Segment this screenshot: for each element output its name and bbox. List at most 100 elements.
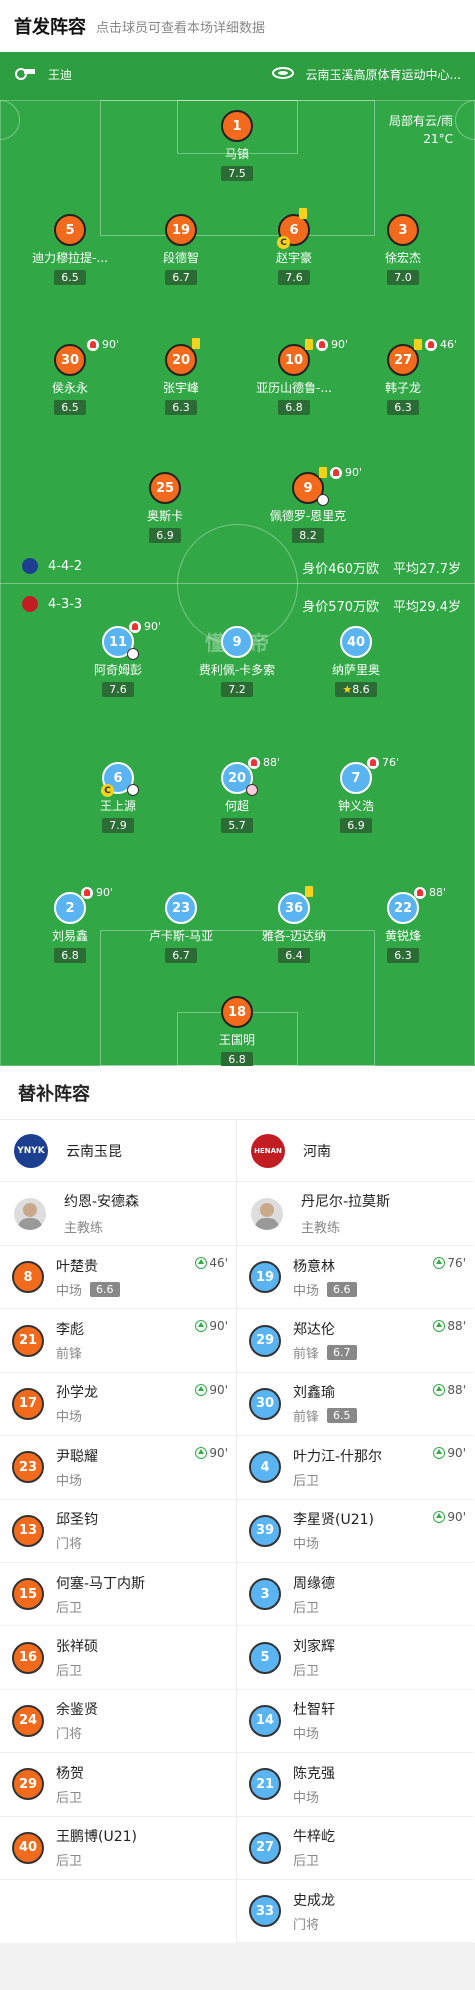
substitute-row[interactable]: 30 刘鑫瑜 前锋 6.5 88' xyxy=(237,1373,474,1437)
home-age: 平均27.7岁 xyxy=(393,562,461,577)
substitute-row[interactable]: 16 张祥硕 后卫 xyxy=(0,1626,236,1690)
substitute-row[interactable]: 40 王鹏博(U21) 后卫 xyxy=(0,1817,236,1880)
player-name: 陈克强 xyxy=(293,1765,335,1782)
home-player[interactable]: 20 张宇峰 6.3 xyxy=(126,338,236,415)
sub-in-event: 90' xyxy=(195,1319,228,1333)
away-formation-row: 4-3-3 身价570万欧 平均29.4岁 xyxy=(0,594,475,616)
away-team-row[interactable]: HENAN 河南 xyxy=(237,1120,474,1182)
away-player[interactable]: 20 88' 何超 5.7 xyxy=(182,756,292,833)
sub-in-icon xyxy=(433,1383,446,1396)
home-player[interactable]: 25 奥斯卡 6.9 xyxy=(110,472,220,543)
player-number: 19 xyxy=(165,214,197,246)
weather-desc: 局部有云/雨 xyxy=(388,114,453,128)
home-coach[interactable]: 约恩-安德森 主教练 xyxy=(0,1182,236,1246)
player-number: 24 xyxy=(12,1704,44,1737)
player-rating: 6.3 xyxy=(165,400,197,415)
player-name: 亚历山德鲁-... xyxy=(256,381,332,395)
substitute-row[interactable]: 23 尹聪耀 中场 90' xyxy=(0,1436,236,1500)
sub-event: 90' xyxy=(129,620,161,633)
home-player[interactable]: 19 段德智 6.7 xyxy=(126,214,236,285)
player-name: 阿奇姆彭 xyxy=(93,663,142,677)
player-number: 5 xyxy=(249,1641,281,1674)
substitute-row[interactable]: 8 叶楚贵 中场 6.6 46' xyxy=(0,1246,236,1310)
substitute-row[interactable]: 5 刘家辉 后卫 xyxy=(237,1626,474,1690)
coach-role: 主教练 xyxy=(64,1221,104,1236)
player-number: 1 xyxy=(221,110,253,142)
substitute-row[interactable]: 21 陈克强 中场 xyxy=(237,1753,474,1817)
player-number: 23 xyxy=(12,1451,44,1484)
away-player[interactable]: 36 雅各-迈达纳 6.4 xyxy=(239,886,349,963)
substitute-row[interactable]: 14 杜智轩 中场 xyxy=(237,1690,474,1754)
player-position: 后卫 xyxy=(56,1854,83,1870)
player-position: 门将 xyxy=(293,1917,320,1933)
home-player[interactable]: 1 马镇 7.5 xyxy=(182,110,292,181)
sub-in-event: 90' xyxy=(433,1510,466,1524)
away-coach[interactable]: 丹尼尔-拉莫斯 主教练 xyxy=(237,1182,474,1246)
substitute-row[interactable]: 4 叶力江-什那尔 后卫 90' xyxy=(237,1436,474,1500)
home-player[interactable]: 9 90' 佩德罗-恩里克 8.2 xyxy=(253,466,363,543)
player-number: 40 xyxy=(340,626,372,658)
substitute-row[interactable]: 24 余鉴贤 门将 xyxy=(0,1690,236,1754)
away-player[interactable]: 40 纳萨里奥 ★8.6 xyxy=(301,626,411,697)
coach-name: 约恩-安德森 xyxy=(64,1194,140,1210)
away-player[interactable]: 23 卢卡斯-马亚 6.7 xyxy=(126,892,236,963)
player-name: 杜智轩 xyxy=(293,1702,335,1719)
substitutes-title: 替补阵容 xyxy=(0,1066,475,1120)
player-number: 23 xyxy=(165,892,197,924)
away-player[interactable]: 9 费利佩-卡多索 7.2 xyxy=(182,626,292,697)
substitute-row[interactable]: 17 孙学龙 中场 90' xyxy=(0,1373,236,1437)
substitutes-section: 替补阵容 YNYK 云南玉昆 约恩-安德森 主教练 8 叶楚贵 中场 6.6 46' 21 李… xyxy=(0,1066,475,1944)
substitute-row[interactable]: 27 牛梓屹 后卫 xyxy=(237,1817,474,1880)
home-player[interactable]: 30 90' 侯永永 6.5 xyxy=(15,338,125,415)
goal-ball-icon xyxy=(127,648,139,660)
away-value: 身价570万欧 xyxy=(302,600,380,615)
referee-name: 王迪 xyxy=(48,68,73,82)
away-player[interactable]: 2 90' 刘易鑫 6.8 xyxy=(15,886,125,963)
home-player[interactable]: 6 C 赵宇豪 7.6 xyxy=(239,208,349,285)
substitute-row[interactable]: 29 郑达伦 前锋 6.7 88' xyxy=(237,1309,474,1373)
substitute-row[interactable]: 21 李彪 前锋 90' xyxy=(0,1309,236,1373)
player-number: 25 xyxy=(149,472,181,504)
substitute-row[interactable]: 15 何塞-马丁内斯 后卫 xyxy=(0,1563,236,1627)
goal-ball-icon xyxy=(127,784,139,796)
home-player[interactable]: 5 迪力穆拉提-... 6.5 xyxy=(15,214,125,285)
substitute-row[interactable]: 33 史成龙 门将 xyxy=(237,1880,474,1944)
home-player[interactable]: 3 徐宏杰 7.0 xyxy=(348,214,458,285)
away-player[interactable]: 18 王国明 6.8 xyxy=(182,996,292,1066)
sub-off-icon xyxy=(248,756,260,769)
player-number: 21 xyxy=(249,1768,281,1801)
home-player[interactable]: 27 46' 韩子龙 6.3 xyxy=(348,338,458,415)
player-name: 孙学龙 xyxy=(56,1385,98,1402)
player-name: 张祥硕 xyxy=(56,1639,98,1656)
away-player[interactable]: 6 C 王上源 7.9 xyxy=(63,762,173,833)
player-rating: 6.6 xyxy=(327,1281,357,1297)
player-name: 邱圣钧 xyxy=(56,1512,98,1529)
substitute-row[interactable]: 39 李星贤(U21) 中场 90' xyxy=(237,1500,474,1563)
sub-in-event: 90' xyxy=(195,1383,228,1397)
player-name: 侯永永 xyxy=(51,381,88,395)
player-rating: 5.7 xyxy=(221,818,253,833)
goal-ball-icon xyxy=(317,494,329,506)
substitute-row[interactable]: 19 杨意林 中场 6.6 76' xyxy=(237,1246,474,1310)
sub-event: 90' xyxy=(305,338,348,351)
away-player[interactable]: 22 88' 黄锐烽 6.3 xyxy=(348,886,458,963)
substitute-row[interactable]: 29 杨贺 后卫 xyxy=(0,1753,236,1817)
player-name: 郑达伦 xyxy=(293,1322,335,1339)
venue: 云南玉溪高原体育运动中心... xyxy=(271,66,461,83)
player-name: 佩德罗-恩里克 xyxy=(269,509,347,523)
substitute-row[interactable]: 3 周缘德 后卫 xyxy=(237,1563,474,1627)
player-name: 迪力穆拉提-... xyxy=(32,251,108,265)
player-rating: 6.3 xyxy=(387,948,419,963)
player-number: 17 xyxy=(12,1387,44,1420)
away-player[interactable]: 11 90' 阿奇姆彭 7.6 xyxy=(63,620,173,697)
player-name: 叶楚贵 xyxy=(56,1258,98,1275)
away-player[interactable]: 7 76' 钟义浩 6.9 xyxy=(301,756,411,833)
player-number: 30 xyxy=(249,1387,281,1420)
player-position: 门将 xyxy=(56,1537,83,1553)
player-name: 纳萨里奥 xyxy=(331,663,380,677)
home-player[interactable]: 10 90' 亚历山德鲁-... 6.8 xyxy=(239,338,349,415)
home-team-row[interactable]: YNYK 云南玉昆 xyxy=(0,1120,236,1182)
substitute-row[interactable]: 13 邱圣钧 门将 xyxy=(0,1500,236,1563)
player-name: 马镇 xyxy=(224,147,249,161)
player-rating: 7.6 xyxy=(278,270,310,285)
